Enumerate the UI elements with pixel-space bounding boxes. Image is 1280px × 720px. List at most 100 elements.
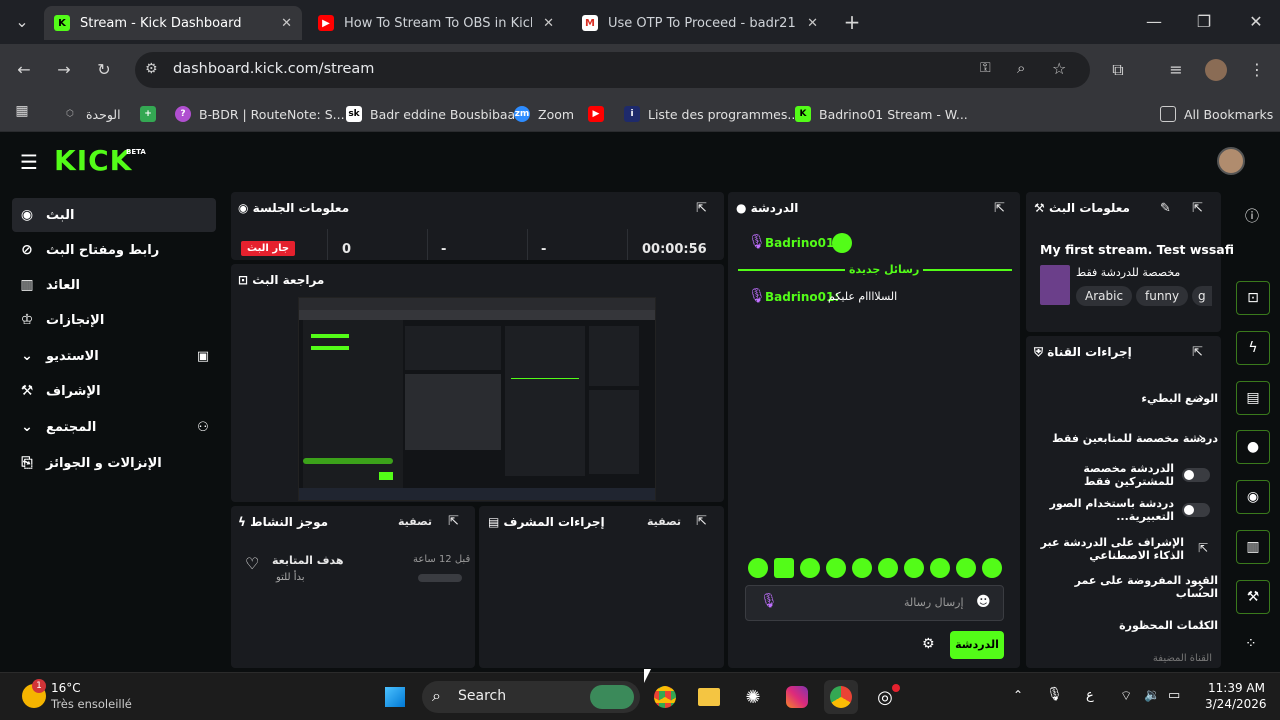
bookmark-item[interactable]: ▶ — [588, 103, 612, 125]
rail-mod-actions-button[interactable]: ▤ — [1236, 381, 1270, 415]
stream-tag[interactable]: Arabic — [1076, 286, 1133, 306]
restore-icon[interactable]: ❐ — [1190, 8, 1218, 36]
sidebar-item-community[interactable]: ⌄ المجتمع ⚇ — [12, 410, 216, 444]
banned-words-item[interactable]: الكلمات المحظورة — [1034, 610, 1218, 640]
emote-only-toggle[interactable] — [1182, 503, 1210, 517]
weather-temp[interactable]: 16°C — [51, 681, 81, 695]
rail-wrench-button[interactable]: ⚒ — [1236, 580, 1270, 614]
mod-filter-button[interactable]: تصفية — [647, 515, 681, 528]
sidebar-item-moderation[interactable]: ⚒ الإشراف — [12, 374, 216, 408]
chrome-icon[interactable] — [648, 680, 682, 714]
emote-icon[interactable] — [852, 558, 872, 578]
weather-desc[interactable]: Très ensoleillé — [51, 697, 132, 711]
bookmark-item[interactable]: i Liste des programmes... — [624, 103, 799, 125]
sidebar-item-achievements[interactable]: ♔ الإنجازات — [12, 303, 216, 337]
external-link-icon[interactable]: ⇱ — [1198, 541, 1208, 555]
emote-icon[interactable] — [956, 558, 976, 578]
rail-broadcast-button[interactable]: ◉ — [1236, 480, 1270, 514]
stream-tag[interactable]: funny — [1136, 286, 1189, 306]
stream-tag[interactable]: g — [1192, 286, 1212, 306]
popout-icon[interactable]: ⇱ — [696, 201, 707, 216]
category-thumbnail[interactable] — [1040, 265, 1070, 305]
rail-layout-button[interactable]: ▥ — [1236, 530, 1270, 564]
all-bookmarks[interactable]: All Bookmarks — [1160, 103, 1273, 125]
emote-icon[interactable] — [878, 558, 898, 578]
user-avatar[interactable] — [1217, 147, 1245, 175]
rail-camera-button[interactable]: ⊡ — [1236, 281, 1270, 315]
extensions-icon[interactable]: ⧉ — [1104, 56, 1132, 84]
sidebar-item-stream-key[interactable]: ⊘ رابط ومفتاح البث — [12, 233, 216, 267]
back-icon[interactable]: ← — [10, 56, 38, 84]
followers-only-item[interactable]: دردشة مخصصة للمتابعين فقط — [1034, 423, 1218, 453]
clock-date[interactable]: 3/24/2026 — [1205, 697, 1267, 711]
volume-icon[interactable]: 🔉 — [1144, 688, 1160, 703]
emote-icon[interactable] — [826, 558, 846, 578]
bookmark-item[interactable]: sk Badr eddine Bousbibaa — [346, 103, 515, 125]
send-chat-button[interactable]: الدردشة — [950, 631, 1004, 659]
chat-username[interactable]: Badrino01: — [765, 236, 839, 250]
wifi-icon[interactable]: ⌔ — [1120, 688, 1132, 704]
emote-icon[interactable] — [904, 558, 924, 578]
minimize-icon[interactable]: — — [1140, 8, 1168, 36]
emote-icon[interactable] — [800, 558, 820, 578]
emoji-icon[interactable]: ☻ — [976, 594, 991, 610]
bookmark-star-icon[interactable]: ☆ — [1052, 59, 1066, 78]
address-bar[interactable]: ⚙ dashboard.kick.com/stream ⚿ ⌕ ☆ — [135, 52, 1090, 88]
popout-icon[interactable]: ⇱ — [448, 514, 459, 529]
close-tab-icon[interactable]: ✕ — [281, 16, 292, 31]
tab-kick-dashboard[interactable]: K Stream - Kick Dashboard ✕ — [44, 6, 302, 40]
hamburger-menu-icon[interactable]: ☰ — [20, 150, 38, 174]
slow-mode-item[interactable]: الوضع البطيء — [1034, 383, 1218, 413]
popout-icon[interactable]: ⇱ — [994, 201, 1005, 216]
emote-icon[interactable] — [930, 558, 950, 578]
chat-input[interactable] — [745, 585, 1004, 621]
language-indicator[interactable]: ع — [1086, 688, 1094, 703]
close-tab-icon[interactable]: ✕ — [807, 16, 818, 31]
emote-icon[interactable] — [982, 558, 1002, 578]
bookmark-item[interactable]: + — [140, 103, 164, 125]
activity-filter-button[interactable]: تصفية — [398, 515, 432, 528]
zoom-icon[interactable]: ⌕ — [1017, 59, 1025, 77]
tab-search-chevron-icon[interactable]: ⌄ — [8, 8, 36, 36]
sidebar-item-stream[interactable]: ◉ البث — [12, 198, 216, 232]
emote-icon[interactable] — [774, 558, 794, 578]
battery-icon[interactable]: ▭ — [1168, 688, 1180, 703]
bookmark-item[interactable]: zm Zoom — [514, 103, 574, 125]
bookmark-item[interactable]: K Badrino01 Stream - W... — [795, 103, 968, 125]
instagram-icon[interactable] — [780, 680, 814, 714]
close-window-icon[interactable]: ✕ — [1242, 8, 1270, 36]
reload-icon[interactable]: ↻ — [90, 56, 118, 84]
reading-list-icon[interactable]: ≡ — [1162, 56, 1190, 84]
close-tab-icon[interactable]: ✕ — [543, 16, 554, 31]
stream-category[interactable]: مخصصة للدردشة فقط — [1076, 266, 1180, 279]
ai-moderation-item[interactable]: الإشراف على الدردشة عبر الذكاء الاصطناعي — [1034, 532, 1184, 566]
bookmark-item[interactable]: ? B-BDR | RouteNote: S... — [175, 103, 345, 125]
rail-activity-button[interactable]: ϟ — [1236, 331, 1270, 365]
tab-youtube[interactable]: ▶ How To Stream To OBS in Kick - Yo ✕ — [308, 6, 564, 40]
file-explorer-icon[interactable] — [692, 680, 726, 714]
tray-chevron-icon[interactable]: ⌃ — [1013, 688, 1023, 702]
edit-pencil-icon[interactable]: ✎ — [1160, 201, 1171, 216]
apps-grid-icon[interactable]: ▦ — [8, 97, 36, 125]
popout-icon[interactable]: ⇱ — [1192, 201, 1203, 216]
new-tab-icon[interactable]: + — [838, 8, 866, 36]
popout-icon[interactable]: ⇱ — [1192, 345, 1203, 360]
info-icon[interactable]: ⓘ — [1245, 206, 1259, 226]
sidebar-item-studio[interactable]: ⌄ الاستديو ▣ — [12, 339, 216, 373]
sidebar-item-drops[interactable]: ⎘ الإنزالات و الجوائز — [12, 446, 216, 480]
forward-icon[interactable]: → — [50, 56, 78, 84]
chatgpt-icon[interactable]: ✺ — [736, 680, 770, 714]
profile-avatar[interactable] — [1205, 59, 1227, 81]
chat-settings-icon[interactable]: ⚙ — [922, 636, 935, 652]
stream-preview-video[interactable] — [298, 297, 656, 501]
more-icon[interactable]: ⁘ — [1245, 636, 1257, 652]
sidebar-item-revenue[interactable]: ▥ العائد — [12, 268, 216, 302]
bookmark-item[interactable]: ⬡ الوحدة — [62, 103, 121, 125]
tab-gmail[interactable]: M Use OTP To Proceed - badr21bous ✕ — [572, 6, 828, 40]
password-key-icon[interactable]: ⚿ — [980, 60, 991, 76]
mic-tray-icon[interactable]: 🎙 — [1046, 687, 1063, 702]
subscribers-only-toggle[interactable] — [1182, 468, 1210, 482]
clock-time[interactable]: 11:39 AM — [1208, 681, 1265, 695]
new-messages-label[interactable]: رسائل جديدة — [845, 263, 924, 276]
account-age-item[interactable]: القيود المفروضة على عمر الحساب — [1034, 572, 1218, 602]
